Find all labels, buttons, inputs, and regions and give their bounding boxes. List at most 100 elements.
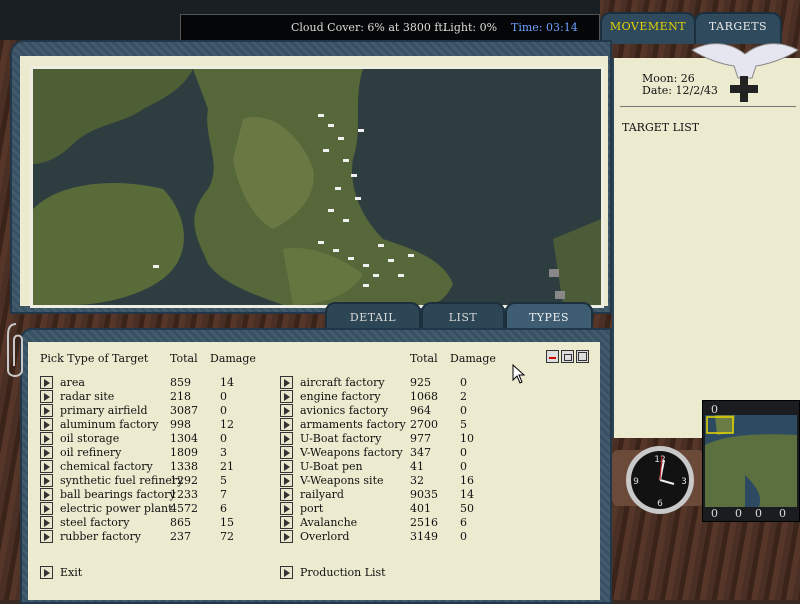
target-type-name: engine factory bbox=[300, 390, 381, 403]
target-type-total: 998 bbox=[170, 418, 191, 431]
target-type-total: 1068 bbox=[410, 390, 438, 403]
target-type-total: 32 bbox=[410, 474, 424, 487]
target-type-total: 218 bbox=[170, 390, 191, 403]
play-arrow-icon[interactable] bbox=[40, 502, 53, 515]
total-header-left: Total bbox=[170, 352, 198, 365]
play-arrow-icon[interactable] bbox=[40, 460, 53, 473]
target-type-name: U-Boat pen bbox=[300, 460, 363, 473]
target-type-total: 1233 bbox=[170, 488, 198, 501]
target-type-total: 9035 bbox=[410, 488, 438, 501]
paperclip-icon bbox=[7, 323, 23, 377]
target-type-damage: 0 bbox=[460, 530, 467, 543]
target-type-name: Overlord bbox=[300, 530, 350, 543]
play-arrow-icon[interactable] bbox=[280, 376, 293, 389]
target-type-total: 41 bbox=[410, 460, 424, 473]
play-arrow-icon[interactable] bbox=[280, 530, 293, 543]
play-arrow-icon[interactable] bbox=[280, 488, 293, 501]
luftwaffe-eagle-icon bbox=[691, 43, 799, 102]
target-type-damage: 21 bbox=[220, 460, 234, 473]
balkenkreuz-icon bbox=[730, 76, 758, 102]
target-type-name: V-Weapons factory bbox=[300, 446, 403, 459]
target-type-total: 1809 bbox=[170, 446, 198, 459]
play-arrow-icon[interactable] bbox=[40, 376, 53, 389]
strategic-map[interactable] bbox=[30, 66, 604, 308]
target-type-total: 964 bbox=[410, 404, 431, 417]
play-arrow-icon[interactable] bbox=[280, 446, 293, 459]
target-type-damage: 0 bbox=[220, 390, 227, 403]
target-type-name: electric power plant bbox=[60, 502, 173, 515]
top-bar: Cloud Cover: 6% at 3800 ft. Light: 0% Ti… bbox=[0, 0, 600, 42]
target-type-total: 401 bbox=[410, 502, 431, 515]
play-arrow-icon[interactable] bbox=[280, 418, 293, 431]
production-list-label: Production List bbox=[300, 566, 386, 579]
target-type-name: steel factory bbox=[60, 516, 130, 529]
play-arrow-icon[interactable] bbox=[40, 390, 53, 403]
target-type-total: 3149 bbox=[410, 530, 438, 543]
target-type-name: aluminum factory bbox=[60, 418, 159, 431]
target-type-total: 865 bbox=[170, 516, 191, 529]
restore-button[interactable] bbox=[561, 350, 574, 363]
target-type-name: radar site bbox=[60, 390, 115, 403]
play-arrow-icon[interactable] bbox=[280, 390, 293, 403]
target-type-name: rubber factory bbox=[60, 530, 141, 543]
target-type-damage: 7 bbox=[220, 488, 227, 501]
play-arrow-icon[interactable] bbox=[40, 474, 53, 487]
play-arrow-icon[interactable] bbox=[280, 404, 293, 417]
target-type-damage: 14 bbox=[460, 488, 474, 501]
target-type-name: primary airfield bbox=[60, 404, 148, 417]
target-type-damage: 15 bbox=[220, 516, 234, 529]
play-arrow-icon[interactable] bbox=[280, 502, 293, 515]
target-type-name: oil storage bbox=[60, 432, 120, 445]
svg-text:3: 3 bbox=[681, 477, 687, 487]
play-arrow-icon bbox=[280, 566, 293, 579]
target-type-name: area bbox=[60, 376, 85, 389]
target-type-name: armaments factory bbox=[300, 418, 406, 431]
target-type-name: chemical factory bbox=[60, 460, 153, 473]
target-type-total: 1304 bbox=[170, 432, 198, 445]
play-arrow-icon[interactable] bbox=[280, 432, 293, 445]
target-type-total: 237 bbox=[170, 530, 191, 543]
target-type-total: 4572 bbox=[170, 502, 198, 515]
target-type-damage: 14 bbox=[220, 376, 234, 389]
maximize-button[interactable] bbox=[576, 350, 589, 363]
minimap-value-bottom-mid2: 0 bbox=[755, 507, 762, 520]
map-terrain bbox=[33, 69, 601, 305]
minimap-value-bottom-mid1: 0 bbox=[735, 507, 742, 520]
play-arrow-icon[interactable] bbox=[40, 488, 53, 501]
damage-header-left: Damage bbox=[210, 352, 256, 365]
target-type-name: U-Boat factory bbox=[300, 432, 382, 445]
cockpit-clock-icon: 12 3 6 9 bbox=[612, 440, 704, 518]
play-arrow-icon bbox=[40, 566, 53, 579]
play-arrow-icon[interactable] bbox=[280, 460, 293, 473]
time-text: Time: 03:14 bbox=[511, 21, 578, 34]
target-type-total: 859 bbox=[170, 376, 191, 389]
target-type-damage: 0 bbox=[460, 376, 467, 389]
play-arrow-icon[interactable] bbox=[40, 432, 53, 445]
damage-header-right: Damage bbox=[450, 352, 496, 365]
pick-type-header: Pick Type of Target bbox=[40, 352, 149, 365]
play-arrow-icon[interactable] bbox=[40, 418, 53, 431]
play-arrow-icon[interactable] bbox=[40, 530, 53, 543]
target-type-name: avionics factory bbox=[300, 404, 389, 417]
target-type-damage: 0 bbox=[460, 446, 467, 459]
target-type-damage: 16 bbox=[460, 474, 474, 487]
target-type-damage: 12 bbox=[220, 418, 234, 431]
play-arrow-icon[interactable] bbox=[40, 446, 53, 459]
play-arrow-icon[interactable] bbox=[40, 404, 53, 417]
cloud-cover-text: Cloud Cover: 6% at 3800 ft. bbox=[291, 21, 447, 34]
minimap-value-bottom-left: 0 bbox=[711, 507, 718, 520]
play-arrow-icon[interactable] bbox=[280, 474, 293, 487]
play-arrow-icon[interactable] bbox=[280, 516, 293, 529]
target-type-name: railyard bbox=[300, 488, 344, 501]
minimize-button[interactable] bbox=[546, 350, 559, 363]
target-type-name: synthetic fuel refinery bbox=[60, 474, 184, 487]
play-arrow-icon[interactable] bbox=[40, 516, 53, 529]
exit-label: Exit bbox=[60, 566, 83, 579]
tab-movement[interactable]: MOVEMENT bbox=[600, 12, 696, 44]
minimap-value-bottom-right: 0 bbox=[779, 507, 786, 520]
target-type-total: 1292 bbox=[170, 474, 198, 487]
minimap[interactable]: 0 0 0 0 0 bbox=[702, 400, 800, 522]
target-type-damage: 0 bbox=[220, 432, 227, 445]
total-header-right: Total bbox=[410, 352, 438, 365]
svg-text:9: 9 bbox=[633, 477, 639, 487]
